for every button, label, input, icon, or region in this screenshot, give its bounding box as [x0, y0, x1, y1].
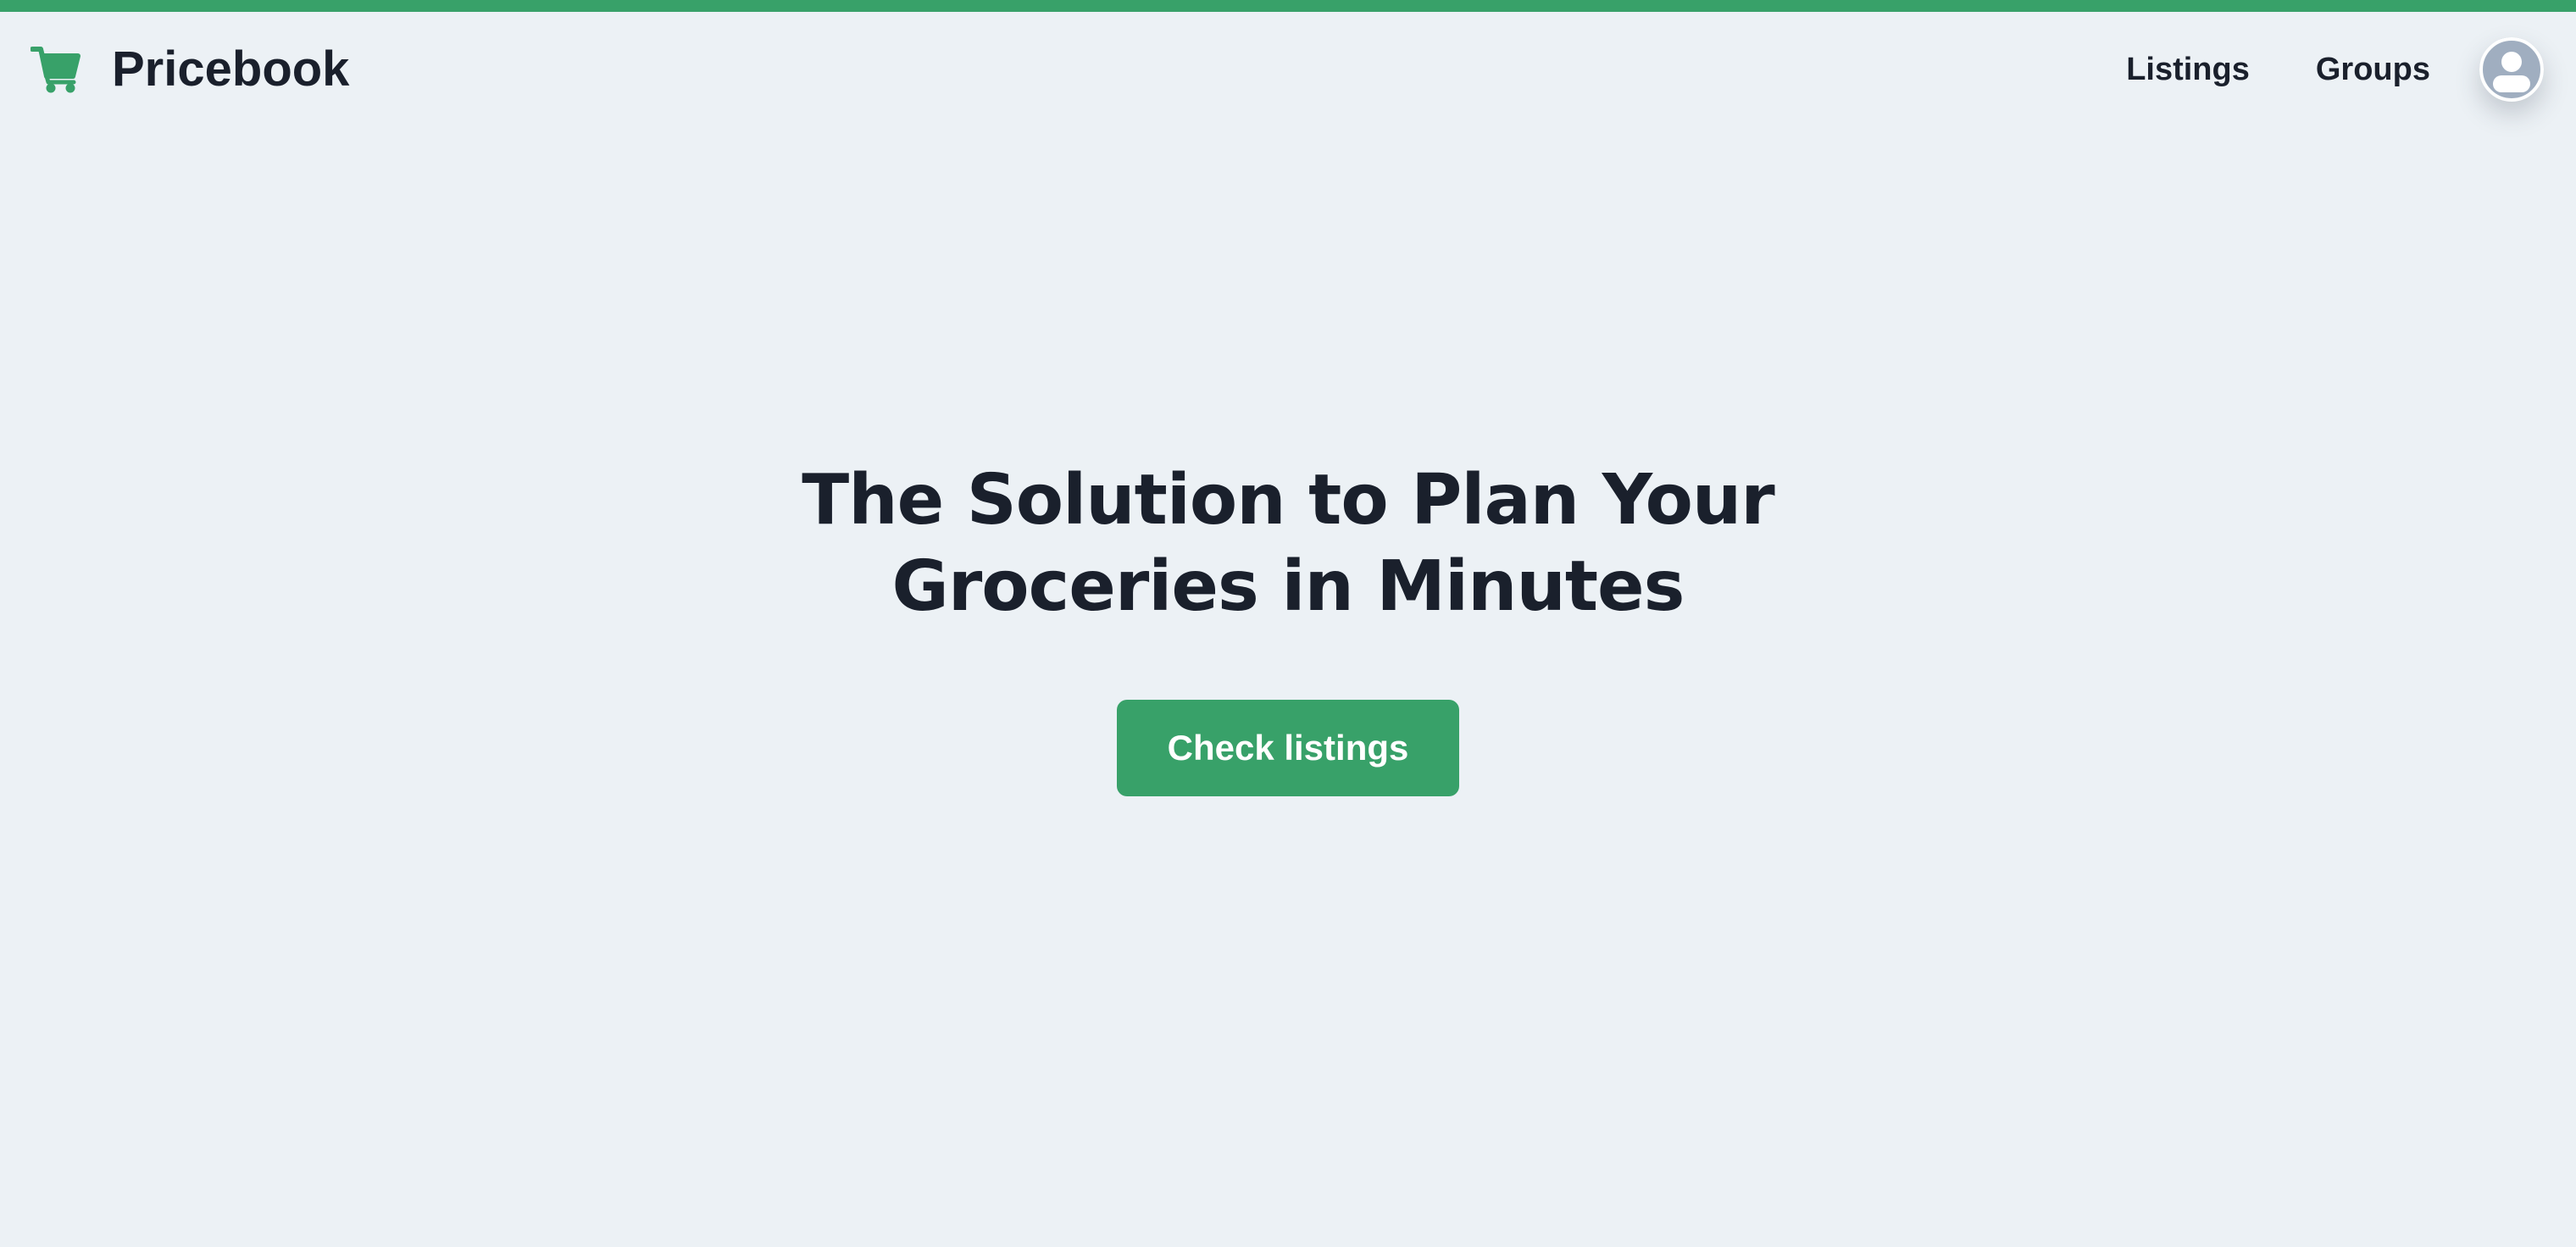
hero-title: The Solution to Plan Your Groceries in M…: [780, 457, 1796, 630]
navbar: Pricebook Listings Groups: [0, 12, 2576, 132]
nav-link-listings[interactable]: Listings: [2126, 52, 2250, 88]
nav-links: Listings Groups: [2126, 36, 2576, 103]
top-accent-bar: [0, 0, 2576, 12]
nav-link-groups[interactable]: Groups: [2316, 52, 2430, 88]
shopping-cart-icon: [31, 47, 80, 93]
hero-section: The Solution to Plan Your Groceries in M…: [0, 457, 2576, 796]
user-avatar-button[interactable]: [2479, 37, 2544, 102]
user-avatar-icon: [2479, 37, 2544, 102]
brand-name: Pricebook: [112, 42, 350, 97]
hero-title-line-1: The Solution to Plan Your: [802, 460, 1774, 540]
brand-logo-link[interactable]: Pricebook: [31, 44, 349, 95]
check-listings-button[interactable]: Check listings: [1117, 700, 1459, 796]
hero-title-line-2: Groceries in Minutes: [891, 546, 1685, 627]
